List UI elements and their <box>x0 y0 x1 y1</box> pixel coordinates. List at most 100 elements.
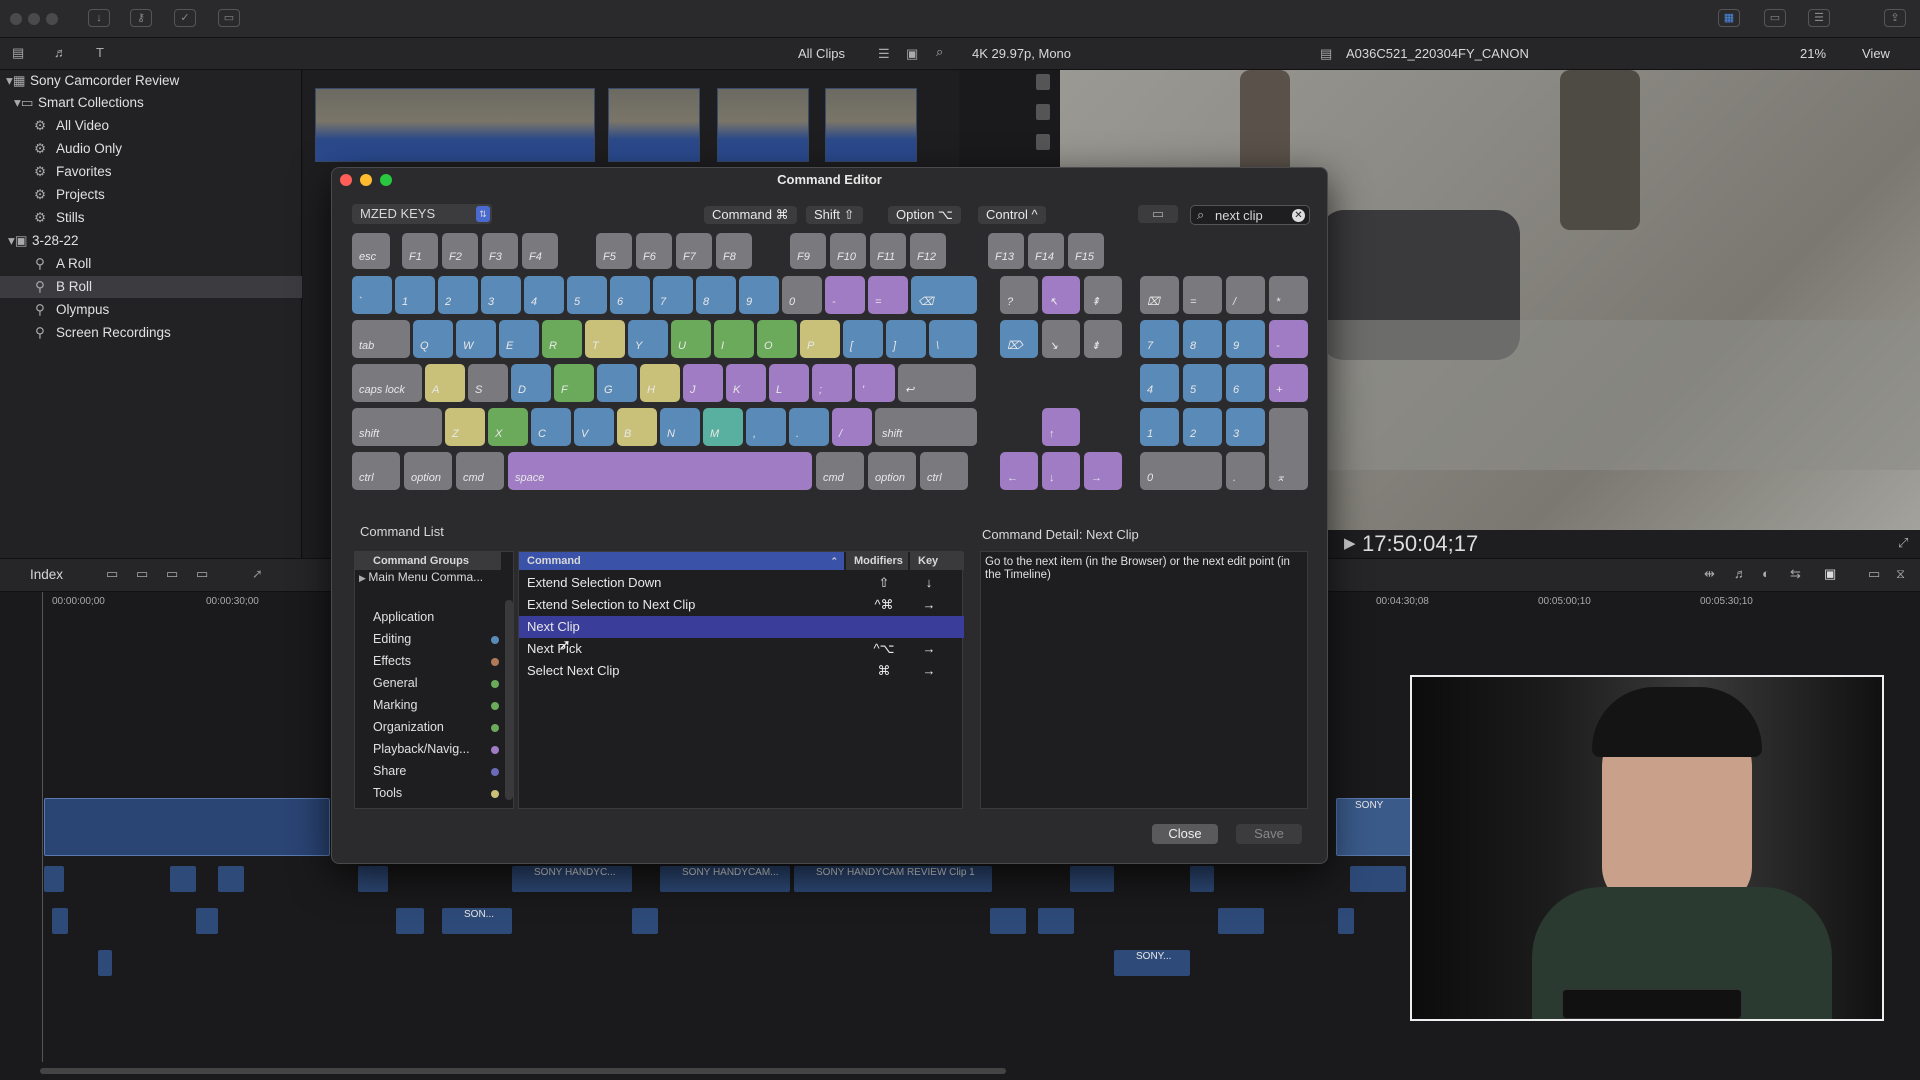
close-window-button[interactable] <box>10 13 22 25</box>
key-letter[interactable]: F <box>554 364 594 402</box>
connected-clip[interactable] <box>396 908 424 934</box>
option-modifier-button[interactable]: Option ⌥ <box>888 206 961 224</box>
search-field[interactable]: ⌕ next clip ✕ <box>1190 205 1310 225</box>
connected-clip[interactable]: SON... <box>442 908 512 934</box>
key-letter[interactable]: U <box>671 320 711 358</box>
key-f5[interactable]: F5 <box>596 233 632 269</box>
key-letter[interactable]: / <box>832 408 872 446</box>
key-letter[interactable]: G <box>597 364 637 402</box>
import-icon[interactable]: ↓ <box>88 9 110 27</box>
command-group-item[interactable]: General <box>373 676 499 690</box>
connected-clip[interactable] <box>218 866 244 892</box>
key-letter[interactable]: J <box>683 364 723 402</box>
group-main-menu[interactable]: ▶ Main Menu Comma... <box>359 570 483 584</box>
key-space[interactable]: space <box>508 452 812 490</box>
command-groups-header[interactable]: Command Groups <box>355 552 501 570</box>
key-letter[interactable]: , <box>746 408 786 446</box>
smart-collections-folder[interactable]: ▾▭ Smart Collections <box>14 92 144 114</box>
key-numpad[interactable]: - <box>1269 320 1308 358</box>
key-nav[interactable]: ⌦ <box>1000 320 1038 358</box>
key-letter[interactable]: caps lock <box>352 364 422 402</box>
table-row[interactable]: Extend Selection to Next Clip ^⌘ → <box>519 594 964 616</box>
table-row[interactable]: Select Next Clip ⌘ → <box>519 660 964 682</box>
audio-skimming-icon[interactable]: ♬ <box>1734 566 1747 581</box>
key-numpad[interactable]: 2 <box>1183 408 1222 446</box>
key-option[interactable]: option <box>868 452 916 490</box>
connected-clip[interactable] <box>1350 866 1406 892</box>
key-num[interactable]: 4 <box>524 276 564 314</box>
list-view-icon[interactable]: ☰ <box>878 46 890 62</box>
append-clip-icon[interactable]: ▭ <box>166 566 178 582</box>
key-f9[interactable]: F9 <box>790 233 826 269</box>
key-numpad[interactable]: / <box>1226 276 1265 314</box>
key-f3[interactable]: F3 <box>482 233 518 269</box>
key-letter[interactable]: [ <box>843 320 883 358</box>
clip-appearance-icon[interactable]: ▣ <box>906 46 918 62</box>
key-letter[interactable]: shift <box>875 408 977 446</box>
command-group-item[interactable]: Playback/Navig... <box>373 742 499 756</box>
key-num[interactable]: 2 <box>438 276 478 314</box>
library-item[interactable]: ▾▦ Sony Camcorder Review <box>6 70 179 92</box>
key-letter[interactable]: P <box>800 320 840 358</box>
key-f15[interactable]: F15 <box>1068 233 1104 269</box>
command-group-item[interactable]: Marking <box>373 698 499 712</box>
key-letter[interactable]: Y <box>628 320 668 358</box>
connected-clip[interactable]: SONY... <box>1114 950 1190 976</box>
key-cmd[interactable]: cmd <box>456 452 504 490</box>
keyset-dropdown[interactable]: MZED KEYS ⇅ <box>352 204 492 224</box>
key-letter[interactable]: ] <box>886 320 926 358</box>
command-group-item[interactable]: Share <box>373 764 499 778</box>
key-nav[interactable]: ↘ <box>1042 320 1080 358</box>
key-letter[interactable]: shift <box>352 408 442 446</box>
key-esc[interactable]: esc <box>352 233 390 269</box>
connected-clip[interactable] <box>44 866 64 892</box>
command-group-item[interactable]: Application <box>373 610 434 624</box>
key-letter[interactable]: ' <box>855 364 895 402</box>
key-nav[interactable]: ↖ <box>1042 276 1080 314</box>
select-tool-icon[interactable]: ➚ <box>252 566 263 582</box>
command-modifier-button[interactable]: Command ⌘ <box>704 206 797 224</box>
key-letter[interactable]: C <box>531 408 571 446</box>
command-column-header[interactable]: Command ⌃ <box>519 552 844 570</box>
key-nav[interactable]: ⇞ <box>1084 276 1122 314</box>
key-arrow-left[interactable]: ← <box>1000 452 1038 490</box>
zoom-window-button[interactable] <box>46 13 58 25</box>
key-numpad[interactable]: + <box>1269 364 1308 402</box>
key-numpad[interactable]: 1 <box>1140 408 1179 446</box>
key-numpad[interactable]: 8 <box>1183 320 1222 358</box>
key-letter[interactable]: R <box>542 320 582 358</box>
key-num[interactable]: 6 <box>610 276 650 314</box>
key-letter[interactable]: H <box>640 364 680 402</box>
share-icon[interactable]: ⇪ <box>1884 9 1906 27</box>
keyword-b-roll[interactable]: ⚲ B Roll <box>0 276 302 298</box>
connected-clip[interactable] <box>990 908 1026 934</box>
timeline-scrollbar[interactable] <box>40 1068 1006 1074</box>
primary-storyline-clip[interactable]: SONY <box>1336 798 1412 856</box>
close-button[interactable]: Close <box>1152 824 1218 844</box>
key-letter[interactable]: D <box>511 364 551 402</box>
keyword-olympus[interactable]: ⚲ Olympus <box>32 299 109 321</box>
command-group-item[interactable]: Organization <box>373 720 499 734</box>
table-row[interactable]: Extend Selection Down ⇧ ↓ <box>519 572 964 594</box>
table-row[interactable]: Next Clip <box>519 616 964 638</box>
key-numpad[interactable]: 5 <box>1183 364 1222 402</box>
key-num[interactable]: 5 <box>567 276 607 314</box>
key-letter[interactable]: V <box>574 408 614 446</box>
connected-clip[interactable] <box>1070 866 1114 892</box>
key-f14[interactable]: F14 <box>1028 233 1064 269</box>
primary-storyline-clip[interactable] <box>44 798 330 856</box>
key-letter[interactable]: tab <box>352 320 410 358</box>
connected-clip[interactable]: SONY HANDYC... <box>512 866 632 892</box>
key-letter[interactable]: ↩ <box>898 364 976 402</box>
key-f4[interactable]: F4 <box>522 233 558 269</box>
insert-clip-icon[interactable]: ▭ <box>136 566 148 582</box>
keyword-icon[interactable]: ⚷ <box>130 9 152 27</box>
command-group-item[interactable]: Effects <box>373 654 499 668</box>
minimize-window-button[interactable] <box>28 13 40 25</box>
connected-clip[interactable] <box>1338 908 1354 934</box>
clip-thumbnail[interactable] <box>717 88 809 162</box>
key-numpad[interactable]: 0 <box>1140 452 1222 490</box>
key-numpad[interactable]: 7 <box>1140 320 1179 358</box>
tag-icon[interactable]: ▭ <box>218 9 240 27</box>
key-nav[interactable]: ⇟ <box>1084 320 1122 358</box>
